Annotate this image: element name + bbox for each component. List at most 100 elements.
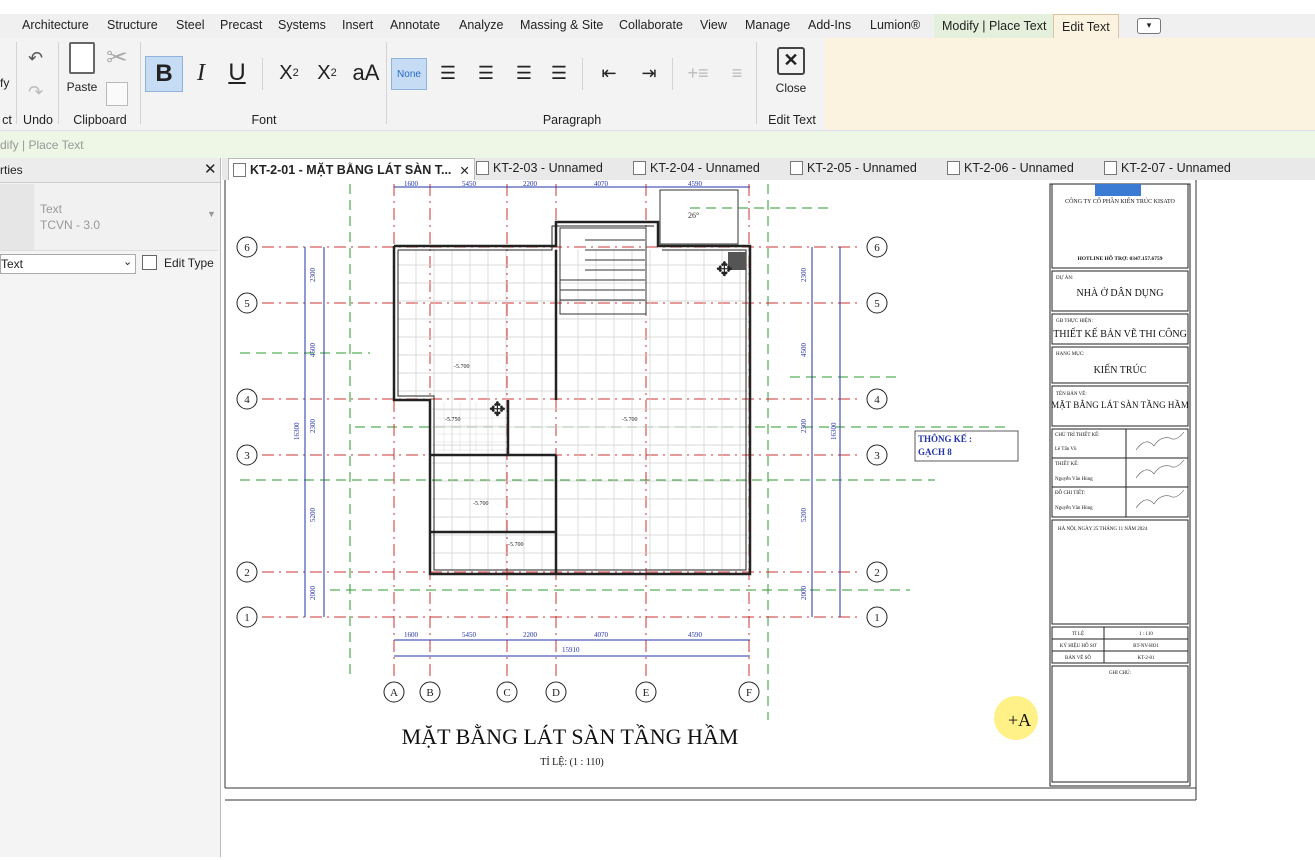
- tab-systems[interactable]: Systems: [278, 18, 326, 32]
- tab-manage[interactable]: Manage: [745, 18, 790, 32]
- view-tab-label: KT-2-04 - Unnamed: [650, 161, 760, 175]
- increase-list-level-button[interactable]: +≡: [680, 58, 716, 88]
- dim-left-5: 2000: [309, 586, 317, 601]
- ribbon-options-icon[interactable]: ▾: [1137, 18, 1161, 34]
- panel-label-paragraph: Paragraph: [542, 113, 602, 127]
- signatures: [1135, 431, 1185, 509]
- close-label: Close: [775, 81, 807, 95]
- view-tab-kt-2-01[interactable]: KT-2-01 - MẶT BẰNG LÁT SÀN T... ✕: [228, 158, 475, 181]
- grid-label: 1: [874, 612, 880, 624]
- undo-icon[interactable]: ↶: [28, 48, 43, 69]
- tb-name: Nguyễn Văn Hùng: [1055, 505, 1093, 511]
- view-tab-kt-2-04[interactable]: KT-2-04 - Unnamed: [633, 161, 760, 175]
- tb-role: ĐỒ CHI TIẾT:: [1055, 490, 1085, 496]
- subscript-button[interactable]: X2: [274, 58, 304, 88]
- move-cursor-icon: ✥: [716, 259, 733, 281]
- tab-structure[interactable]: Structure: [107, 18, 158, 32]
- ribbon-tab-bar: Architecture Structure Steel Precast Sys…: [0, 14, 1315, 39]
- dim-left-4: 5200: [309, 508, 317, 523]
- properties-title: rties: [0, 163, 23, 177]
- close-icon[interactable]: ✕: [204, 160, 217, 178]
- sheet-icon: [233, 163, 246, 177]
- type-selector[interactable]: Text TCVN - 3.0 ▼: [0, 184, 218, 251]
- view-tab-label: KT-2-07 - Unnamed: [1121, 161, 1231, 175]
- tb-code-label: KÝ HIỆU HỒ SƠ: [1060, 643, 1097, 649]
- close-icon[interactable]: ✕: [459, 163, 469, 178]
- dim-right-total: 16300: [830, 422, 838, 440]
- drawing-canvas[interactable]: 26° 1600 5450 2200 4070 4590 1600 5450 2…: [222, 180, 1315, 857]
- dim-right-4: 5200: [800, 508, 808, 523]
- tab-precast[interactable]: Precast: [220, 18, 262, 32]
- grid-label: B: [426, 687, 433, 699]
- redo-icon[interactable]: ↷: [28, 82, 43, 103]
- type-preview: [0, 184, 34, 250]
- move-cursor-icon: ✥: [489, 399, 506, 421]
- decrease-list-level-button[interactable]: ≡: [720, 58, 754, 88]
- dim-bottom-2: 5450: [462, 631, 477, 639]
- grid-label: 2: [244, 567, 250, 579]
- view-tab-kt-2-03[interactable]: KT-2-03 - Unnamed: [476, 161, 603, 175]
- text-cursor-icon: +A: [1008, 710, 1031, 730]
- grid-label: C: [503, 687, 510, 699]
- note-value: GẠCH 8: [918, 447, 952, 457]
- instance-selector[interactable]: Text ⌄: [0, 254, 136, 274]
- dimension-texts: 1600 5450 2200 4070 4590 1600 5450 2200 …: [293, 180, 838, 654]
- all-caps-button[interactable]: aA: [350, 56, 382, 90]
- tb-project: NHÀ Ở DÂN DỤNG: [1077, 287, 1164, 299]
- tab-analyze[interactable]: Analyze: [459, 18, 503, 32]
- dim-right-1: 2300: [800, 268, 808, 283]
- underline-button[interactable]: U: [224, 56, 250, 90]
- dim-right-5: 2000: [800, 586, 808, 601]
- paste-button[interactable]: Paste: [64, 42, 100, 94]
- wall-inner-lines: [397, 225, 747, 571]
- italic-button[interactable]: I: [188, 56, 214, 90]
- tb-role: THIẾT KẾ:: [1055, 461, 1079, 467]
- tb-company: CÔNG TY CỔ PHẦN KIẾN TRÚC KISATO: [1065, 197, 1175, 205]
- level-marker: -5.700: [622, 417, 638, 423]
- dim-top-3: 2200: [523, 180, 538, 188]
- tab-annotate[interactable]: Annotate: [390, 18, 440, 32]
- view-tab-kt-2-05[interactable]: KT-2-05 - Unnamed: [790, 161, 917, 175]
- tab-massing-site[interactable]: Massing & Site: [520, 18, 603, 32]
- letter-list-upper-button[interactable]: ☰: [508, 58, 540, 88]
- bullets-button[interactable]: ☰: [432, 58, 464, 88]
- cut-icon[interactable]: ✂: [106, 42, 128, 73]
- decrease-indent-button[interactable]: ⇤: [592, 58, 626, 88]
- tab-steel[interactable]: Steel: [176, 18, 205, 32]
- grid-label: 2: [874, 567, 880, 579]
- list-none-button[interactable]: None: [391, 58, 427, 90]
- tab-add-ins[interactable]: Add-Ins: [808, 18, 851, 32]
- tab-architecture[interactable]: Architecture: [22, 18, 89, 32]
- tab-modify-place-text[interactable]: Modify | Place Text: [934, 14, 1055, 38]
- view-tab-kt-2-07[interactable]: KT-2-07 - Unnamed: [1104, 161, 1231, 175]
- grid-label: 3: [874, 450, 880, 462]
- properties-header: rties ✕: [0, 158, 220, 183]
- numbered-list-button[interactable]: ☰: [470, 58, 502, 88]
- bold-button[interactable]: B: [145, 56, 183, 92]
- tab-collaborate[interactable]: Collaborate: [619, 18, 683, 32]
- dim-bottom-1: 1600: [404, 631, 419, 639]
- tab-insert[interactable]: Insert: [342, 18, 373, 32]
- dim-bottom-3: 2200: [523, 631, 538, 639]
- tab-view[interactable]: View: [700, 18, 727, 32]
- sheet-icon: [476, 161, 489, 175]
- type-name: TCVN - 3.0: [40, 218, 101, 232]
- tb-sheetno-label: BẢN VẼ SỐ: [1065, 655, 1091, 661]
- view-tab-kt-2-06[interactable]: KT-2-06 - Unnamed: [947, 161, 1074, 175]
- increase-indent-button[interactable]: ⇥: [632, 58, 666, 88]
- edit-type-button[interactable]: Edit Type: [142, 254, 218, 274]
- view-tab-bar: KT-2-01 - MẶT BẰNG LÁT SÀN T... ✕ KT-2-03…: [222, 158, 1315, 181]
- paste-label: Paste: [66, 80, 98, 94]
- superscript-button[interactable]: X2: [312, 58, 342, 88]
- tb-date: HÀ NỘI, NGÀY 25 THÁNG 11 NĂM 2024: [1058, 526, 1148, 532]
- grid-bubbles: [236, 236, 888, 703]
- tab-edit-text[interactable]: Edit Text: [1053, 14, 1119, 39]
- tb-category-label: HẠNG MỤC:: [1056, 352, 1084, 357]
- close-button[interactable]: ✕ Close: [766, 42, 816, 100]
- copy-icon[interactable]: [106, 82, 128, 106]
- tab-lumion[interactable]: Lumion®: [870, 18, 920, 32]
- grid-label: 6: [874, 242, 880, 254]
- letter-list-lower-button[interactable]: ☰: [543, 58, 575, 88]
- dim-left-1: 2300: [309, 268, 317, 283]
- view-tab-label: KT-2-01 - MẶT BẰNG LÁT SÀN T...: [250, 163, 452, 177]
